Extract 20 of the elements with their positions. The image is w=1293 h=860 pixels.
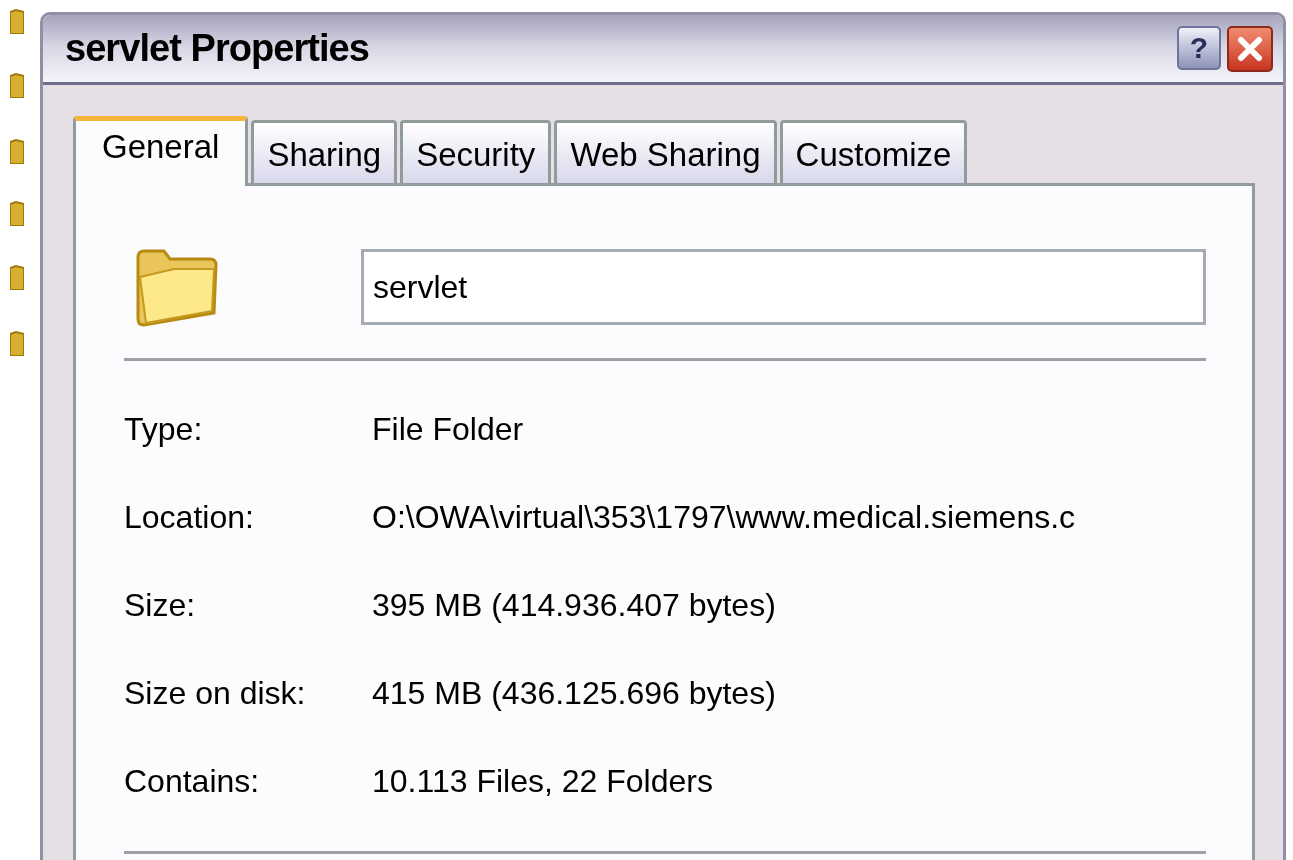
tab[interactable]: Sharing — [251, 120, 398, 183]
property-value: 10.113 Files, 22 Folders — [372, 762, 713, 801]
property-label: Size on disk: — [124, 674, 307, 713]
tab[interactable]: Customize — [779, 120, 968, 183]
close-icon — [1237, 35, 1263, 62]
close-button[interactable] — [1227, 25, 1273, 72]
help-button[interactable]: ? — [1177, 25, 1221, 70]
property-label: Contains: — [124, 762, 261, 801]
property-value: O:\OWA\virtual\353\1797\www.medical.siemens.c — [372, 498, 1076, 537]
property-label: Location: — [124, 498, 255, 537]
tab[interactable]: Security — [400, 120, 552, 183]
window-title: servlet Properties — [65, 26, 369, 71]
property-label: Type: — [124, 410, 204, 449]
name-field[interactable]: servlet — [361, 249, 1206, 325]
property-value: 415 MB (436.125.696 bytes) — [372, 674, 776, 713]
property-value: 395 MB (414.936.407 bytes) — [372, 586, 776, 625]
tab[interactable]: Web Sharing — [554, 120, 777, 183]
property-value: File Folder — [372, 410, 524, 449]
tab[interactable]: General — [73, 116, 249, 186]
property-label: Size: — [124, 586, 197, 625]
